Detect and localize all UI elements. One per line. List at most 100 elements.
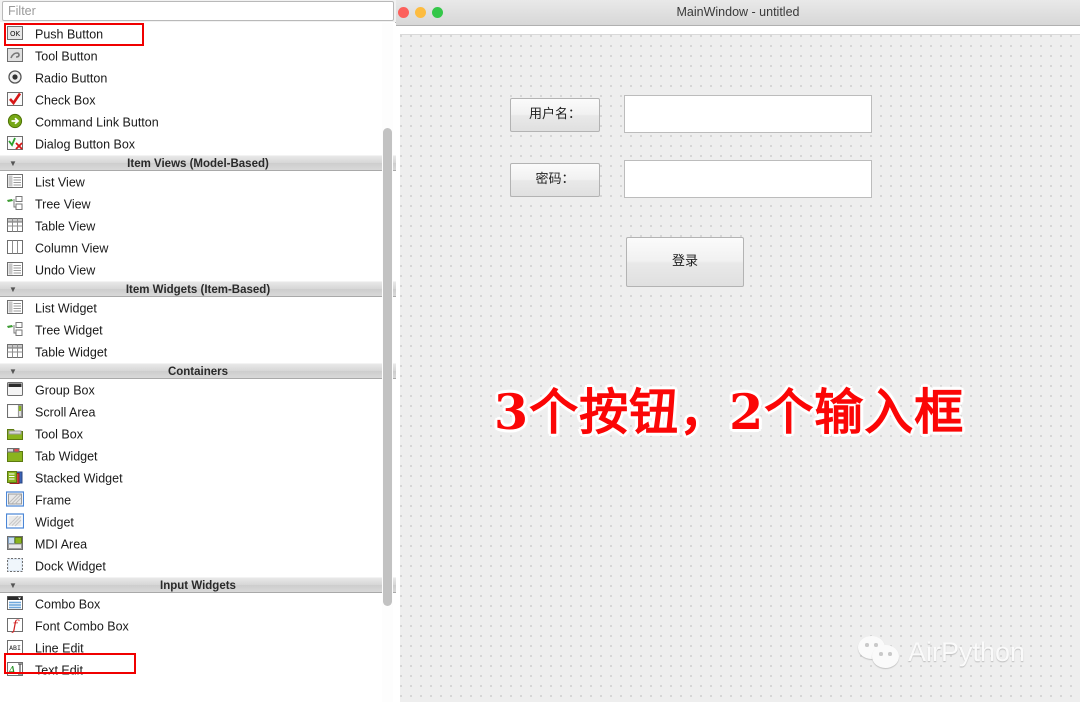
widget-item-undo-view[interactable]: Undo View [0,259,396,281]
widget-item-label: Table View [35,220,95,234]
widget-item-tree-view[interactable]: Tree View [0,193,396,215]
widget-item-label: Dialog Button Box [35,138,135,152]
watermark: AirPython [858,631,1025,673]
widget-item-tree-widget[interactable]: Tree Widget [0,319,396,341]
widget-item-tab-widget[interactable]: Tab Widget [0,445,396,467]
dock-widget-icon [6,557,26,575]
widget-item-label: Check Box [35,94,95,108]
tree-view-icon [6,195,26,213]
widget-item-check-box[interactable]: Check Box [0,89,396,111]
list-view-icon [6,173,26,191]
password-label-button[interactable]: 密码： [510,163,600,197]
widget-item-label: Column View [35,242,108,256]
widget-list[interactable]: OKPush ButtonTool ButtonRadio Button Chec… [0,23,396,702]
widget-item-label: Widget [35,516,74,530]
widget-item-label: Push Button [35,28,103,42]
widget-item-group-box[interactable]: Group Box [0,379,396,401]
username-label-button[interactable]: 用户名： [510,98,600,132]
widget-item-combo-box[interactable]: Combo Box [0,593,396,615]
table-view-icon [6,217,26,235]
widget-item-scroll-area[interactable]: Scroll Area [0,401,396,423]
widget-item-label: Tool Box [35,428,83,442]
widget-item-label: Command Link Button [35,116,159,130]
scrollbar-thumb[interactable] [383,128,392,606]
svg-text:A: A [7,664,16,677]
widget-item-dock-widget[interactable]: Dock Widget [0,555,396,577]
widget-box-scrollbar[interactable] [382,23,393,702]
stacked-widget-icon [6,469,26,487]
widget-item-push-button[interactable]: OKPush Button [0,23,396,45]
widget-item-line-edit[interactable]: ABI Line Edit [0,637,396,659]
widget-item-radio-button[interactable]: Radio Button [0,67,396,89]
table-widget-icon [6,343,26,361]
widget-item-label: Combo Box [35,598,100,612]
widget-item-widget[interactable]: Widget [0,511,396,533]
dialog-button-box-icon [6,135,26,153]
chevron-down-icon: ▼ [8,282,18,298]
widget-item-tool-button[interactable]: Tool Button [0,45,396,67]
filter-input[interactable] [2,1,394,21]
section-header-item-widgets-item-based[interactable]: ▼ Item Widgets (Item-Based) [0,281,396,297]
widget-item-font-combo-box[interactable]: fFont Combo Box [0,615,396,637]
filter-row [0,0,396,22]
undo-view-icon [6,261,26,279]
widget-item-label: Dock Widget [35,560,106,574]
title-bar: MainWindow - untitled [396,0,1080,26]
watermark-text: AirPython [908,637,1025,668]
widget-box-panel: OKPush ButtonTool ButtonRadio Button Chec… [0,0,396,702]
svg-text:ABI: ABI [9,644,21,652]
widget-item-column-view[interactable]: Column View [0,237,396,259]
check-box-icon [6,91,26,109]
window-title: MainWindow - untitled [396,0,1080,25]
section-header-input-widgets[interactable]: ▼ Input Widgets [0,577,396,593]
widget-item-label: Scroll Area [35,406,95,420]
combo-box-icon [6,595,26,613]
text-edit-icon: A [6,661,26,679]
widget-item-label: Table Widget [35,346,107,360]
widget-item-stacked-widget[interactable]: Stacked Widget [0,467,396,489]
ruler-top [396,26,1080,35]
widget-item-tool-box[interactable]: Tool Box [0,423,396,445]
widget-item-mdi-area[interactable]: MDI Area [0,533,396,555]
group-box-icon [6,381,26,399]
widget-item-command-link-button[interactable]: Command Link Button [0,111,396,133]
tool-button-icon [6,47,26,65]
wechat-icon [858,636,900,668]
line-edit-icon: ABI [6,639,26,657]
widget-item-dialog-button-box[interactable]: Dialog Button Box [0,133,396,155]
password-input[interactable] [624,160,872,198]
qt-designer-window: OKPush ButtonTool ButtonRadio Button Chec… [0,0,1080,702]
chevron-down-icon: ▼ [8,364,18,380]
widget-item-text-edit[interactable]: AText Edit [0,659,396,681]
scroll-area-icon [6,403,26,421]
column-view-icon [6,239,26,257]
widget-item-label: Line Edit [35,642,84,656]
section-header-label: Item Views (Model-Based) [127,158,269,170]
section-header-label: Input Widgets [160,580,236,592]
chevron-down-icon: ▼ [8,578,18,594]
section-header-label: Item Widgets (Item-Based) [126,284,270,296]
main-window-preview: MainWindow - untitled 用户名： 密码： 登录 3个按钮，2… [396,0,1080,702]
widget-item-table-widget[interactable]: Table Widget [0,341,396,363]
widget-item-table-view[interactable]: Table View [0,215,396,237]
annotation-text: 3个按钮，2个输入框 [494,373,964,444]
radio-button-icon [6,69,26,87]
form-canvas[interactable]: 用户名： 密码： 登录 3个按钮，2个输入框 AirPython [400,35,1080,702]
list-widget-icon [6,299,26,317]
widget-item-list-widget[interactable]: List Widget [0,297,396,319]
login-button[interactable]: 登录 [626,237,744,287]
widget-item-label: List Widget [35,302,97,316]
tree-widget-icon [6,321,26,339]
chevron-down-icon: ▼ [8,156,18,172]
section-header-containers[interactable]: ▼Containers [0,363,396,379]
mdi-area-icon [6,535,26,553]
widget-item-frame[interactable]: Frame [0,489,396,511]
widget-item-label: MDI Area [35,538,87,552]
frame-icon [6,491,26,509]
widget-item-label: Group Box [35,384,95,398]
username-input[interactable] [624,95,872,133]
section-header-item-views-model-based[interactable]: ▼ Item Views (Model-Based) [0,155,396,171]
widget-item-label: Tab Widget [35,450,98,464]
widget-item-list-view[interactable]: List View [0,171,396,193]
widget-item-label: Font Combo Box [35,620,129,634]
